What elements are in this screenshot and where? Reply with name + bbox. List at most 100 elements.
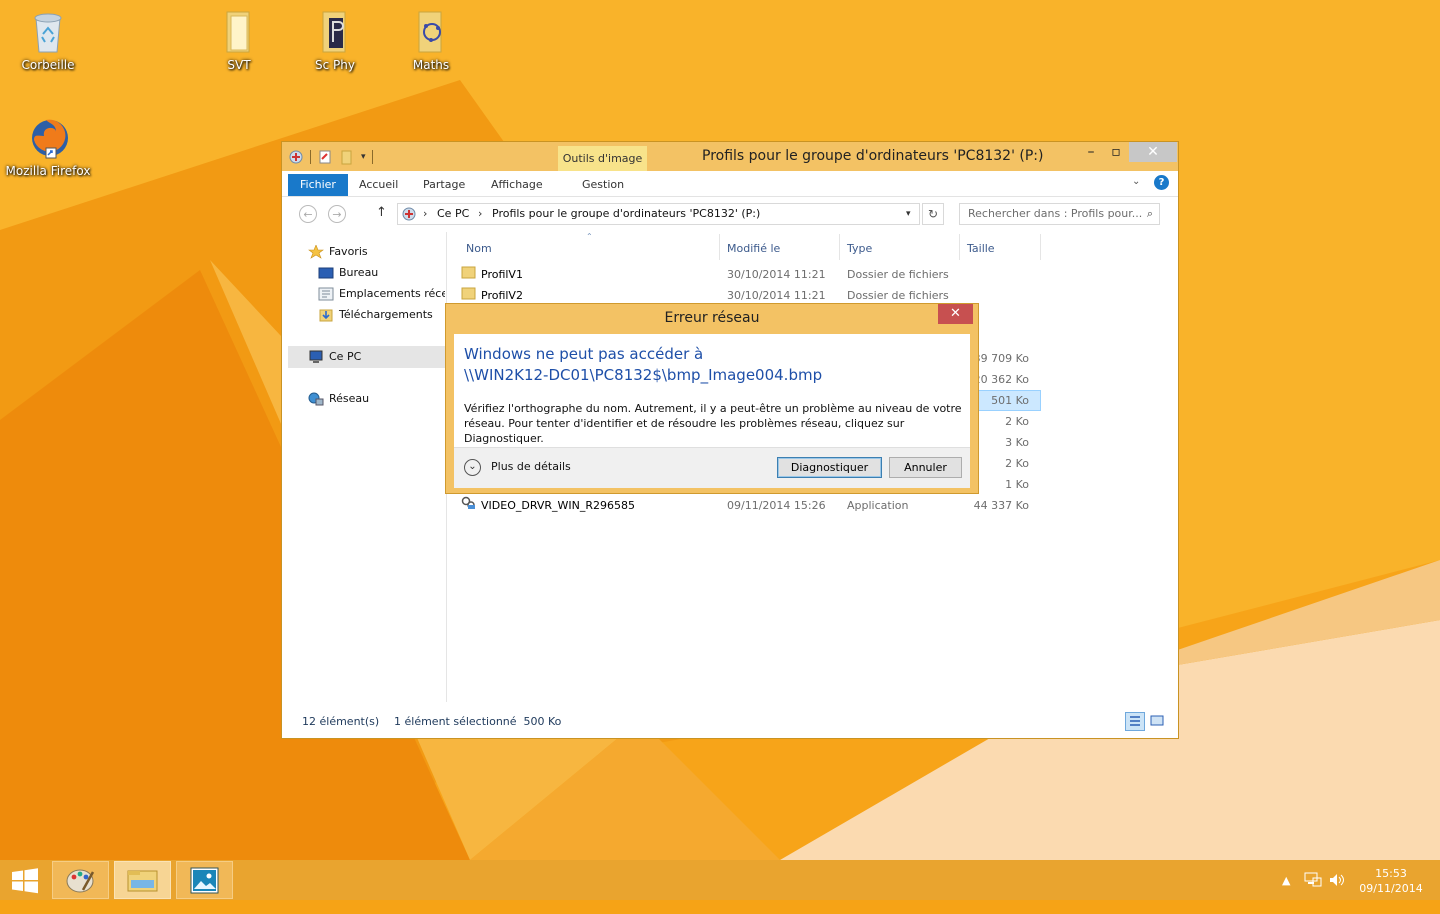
desktop-icon-label: Corbeille: [21, 58, 75, 72]
taskbar-file-explorer[interactable]: [114, 861, 171, 899]
desktop-icon-firefox[interactable]: Mozilla Firefox: [4, 114, 92, 178]
taskbar: ▲ 15:53 09/11/2014: [0, 860, 1440, 900]
column-separator: [959, 234, 960, 260]
table-row[interactable]: ProfilV1 30/10/2014 11:21 Dossier de fic…: [461, 264, 1031, 285]
firefox-icon: [24, 114, 72, 162]
tab-share[interactable]: Partage: [413, 174, 475, 196]
address-dropdown-icon[interactable]: ▾: [906, 204, 911, 224]
explorer-titlebar[interactable]: ▾ Outils d'image Profils pour le groupe …: [282, 142, 1178, 172]
close-button[interactable]: ✕: [1129, 142, 1177, 162]
breadcrumb-current[interactable]: Profils pour le groupe d'ordinateurs 'PC…: [492, 204, 760, 224]
desktop-icon-recycle-bin[interactable]: Corbeille: [8, 8, 88, 72]
dialog-close-button[interactable]: ✕: [938, 304, 973, 324]
qat-dropdown-icon[interactable]: ▾: [361, 152, 366, 162]
nav-label: Favoris: [329, 245, 368, 258]
recent-places-icon: [318, 287, 334, 301]
network-tray-icon[interactable]: [1304, 872, 1322, 912]
back-button[interactable]: ←: [299, 205, 317, 223]
table-row[interactable]: VIDEO_DRVR_WIN_R296585 09/11/2014 15:26 …: [461, 495, 1031, 516]
details-view-button[interactable]: [1125, 712, 1145, 731]
navigation-pane: Favoris Bureau Emplacements récents Télé…: [288, 232, 447, 702]
nav-item-network[interactable]: Réseau: [308, 389, 369, 409]
desktop-icon-label: Maths: [412, 58, 450, 72]
ribbon-tabs: Fichier Accueil Partage Affichage Gestio…: [282, 171, 1178, 197]
ribbon-expand-icon[interactable]: ⌄: [1132, 176, 1140, 187]
dialog-title: Erreur réseau: [664, 310, 760, 326]
show-hidden-icons-button[interactable]: ▲: [1282, 874, 1290, 914]
desktop-icon-label: SVT: [227, 58, 251, 72]
up-button[interactable]: ↑: [376, 205, 387, 220]
column-separator: [719, 234, 720, 260]
recycle-bin-icon: [24, 8, 72, 56]
column-separator: [839, 234, 840, 260]
nav-item-this-pc[interactable]: Ce PC: [308, 347, 361, 367]
row-type: Application: [847, 499, 909, 512]
clock[interactable]: 15:53 09/11/2014: [1356, 866, 1426, 906]
dialog-footer: ⌄ Plus de détails Diagnostiquer Annuler: [454, 447, 970, 488]
column-header-type[interactable]: Type: [847, 239, 872, 259]
file-explorer-icon: [127, 870, 158, 892]
nav-item-desktop[interactable]: Bureau: [318, 263, 378, 283]
desktop-icon-maths[interactable]: Maths: [391, 8, 471, 72]
column-header-size[interactable]: Taille: [967, 239, 995, 259]
breadcrumb-this-pc[interactable]: Ce PC: [437, 204, 469, 224]
desktop-icon-sc-phy[interactable]: Sc Phy: [295, 8, 375, 72]
paint-icon: [66, 869, 95, 893]
tab-view[interactable]: Affichage: [481, 174, 553, 196]
clock-time: 15:53: [1375, 867, 1407, 880]
help-icon[interactable]: ?: [1154, 175, 1169, 190]
maximize-button[interactable]: ▫: [1102, 142, 1130, 162]
status-item-count: 12 élément(s): [302, 715, 380, 728]
desktop-icon-label: Mozilla Firefox: [5, 164, 91, 178]
nav-label: Bureau: [339, 266, 379, 279]
column-header-name[interactable]: Nom: [466, 239, 492, 259]
forward-button[interactable]: →: [328, 205, 346, 223]
more-details-link[interactable]: Plus de détails: [491, 460, 571, 473]
nav-item-downloads[interactable]: Téléchargements: [318, 305, 433, 325]
taskbar-photo-viewer[interactable]: [176, 861, 233, 899]
window-title: Profils pour le groupe d'ordinateurs 'PC…: [702, 148, 1044, 164]
status-selection: 1 élément sélectionné 500 Ko: [394, 715, 562, 728]
address-field[interactable]: › Ce PC › Profils pour le groupe d'ordin…: [397, 203, 920, 225]
properties-icon[interactable]: [317, 149, 333, 165]
row-name: ProfilV1: [461, 264, 523, 286]
tab-file[interactable]: Fichier: [288, 174, 348, 196]
row-modified: 09/11/2014 15:26: [727, 499, 826, 512]
breadcrumb-separator: ›: [423, 207, 428, 220]
column-header-modified[interactable]: Modifié le: [727, 239, 780, 259]
tab-manage[interactable]: Gestion: [572, 174, 634, 196]
quick-access-toolbar: ▾: [288, 147, 373, 167]
cancel-button[interactable]: Annuler: [889, 457, 962, 478]
search-input[interactable]: Rechercher dans : Profils pour... ⌕: [959, 203, 1160, 225]
details-view-icon: [1130, 716, 1140, 726]
star-icon: [308, 244, 324, 259]
nav-item-recent-places[interactable]: Emplacements récents: [318, 284, 445, 304]
diagnose-button[interactable]: Diagnostiquer: [777, 457, 882, 478]
row-name-text: VIDEO_DRVR_WIN_R296585: [481, 499, 636, 512]
row-size: 44 337 Ko: [973, 499, 1029, 512]
expand-details-icon[interactable]: ⌄: [464, 459, 481, 476]
desktop-icon-label: Sc Phy: [315, 58, 355, 72]
start-button[interactable]: [0, 861, 50, 899]
volume-tray-icon[interactable]: [1328, 872, 1346, 912]
folder-icon: [407, 8, 455, 56]
nav-label: Réseau: [329, 392, 370, 405]
explorer-app-icon[interactable]: [288, 149, 304, 165]
tab-home[interactable]: Accueil: [349, 174, 408, 196]
computer-icon: [308, 350, 324, 364]
contextual-tab-image-tools[interactable]: Outils d'image: [558, 146, 647, 172]
desktop-icon-svt[interactable]: SVT: [199, 8, 279, 72]
nav-item-favorites[interactable]: Favoris: [308, 242, 368, 262]
breadcrumb-separator: ›: [478, 207, 483, 220]
separator: [371, 150, 373, 164]
taskbar-paint[interactable]: [52, 861, 109, 899]
status-bar: 12 élément(s) 1 élément sélectionné 500 …: [282, 710, 1178, 734]
photo-viewer-icon: [190, 867, 219, 894]
dialog-body: Windows ne peut pas accéder à \\WIN2K12-…: [454, 334, 970, 488]
large-icons-view-button[interactable]: [1148, 712, 1168, 731]
refresh-button[interactable]: ↻: [922, 203, 944, 225]
new-folder-icon[interactable]: [339, 149, 355, 165]
clock-date: 09/11/2014: [1359, 882, 1423, 895]
minimize-button[interactable]: –: [1077, 142, 1105, 162]
desktop-icon: [318, 266, 334, 280]
